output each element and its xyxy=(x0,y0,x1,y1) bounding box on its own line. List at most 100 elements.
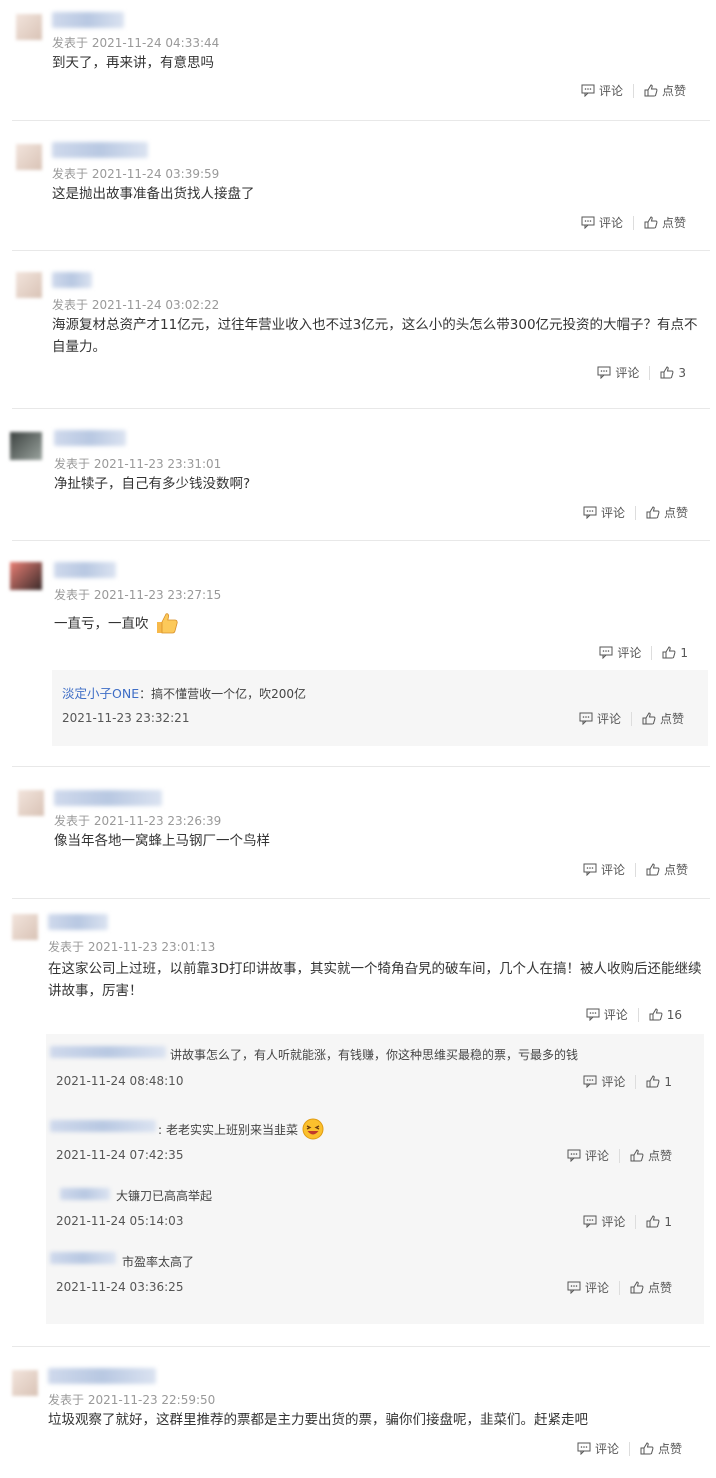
username-blurred[interactable] xyxy=(54,562,116,578)
thumbs-up-icon xyxy=(640,1442,654,1455)
like-count: 点赞 xyxy=(657,1442,682,1456)
comment-button[interactable]: 评论 xyxy=(567,1147,609,1164)
reply-text: : 老老实实上班别来当韭菜 xyxy=(158,1118,324,1140)
comment-button[interactable]: 评论 xyxy=(579,710,621,727)
comment-button[interactable]: 评论 xyxy=(597,364,639,381)
avatar[interactable] xyxy=(12,1370,38,1396)
reply-text: 大镰刀已高高举起 xyxy=(116,1189,213,1203)
divider xyxy=(635,1214,637,1229)
comment-label: 评论 xyxy=(617,646,642,660)
avatar[interactable] xyxy=(10,562,42,590)
comment-button[interactable]: 评论 xyxy=(577,1440,619,1457)
post-time: 发表于 2021-11-23 22:59:50 xyxy=(48,1391,215,1408)
reply-time: 2021-11-24 07:42:35 xyxy=(56,1148,184,1162)
like-button[interactable]: 1 xyxy=(646,1215,672,1229)
divider xyxy=(618,1280,620,1295)
comment-button[interactable]: 评论 xyxy=(586,1006,628,1023)
comment-actions: 评论 点赞 xyxy=(583,861,688,878)
avatar[interactable] xyxy=(16,144,42,170)
comment-label: 评论 xyxy=(603,1008,628,1022)
timestamp: 2021-11-24 03:39:59 xyxy=(91,167,220,181)
reply-time: 2021-11-24 03:36:25 xyxy=(56,1280,184,1294)
reply-actions: 评论 点赞 xyxy=(579,710,684,727)
comment-text: 像当年各地一窝蜂上马钢厂一个鸟样 xyxy=(54,833,270,849)
like-count: 1 xyxy=(664,1214,672,1229)
reply-text: 搞不懂营收一个亿，吹200亿 xyxy=(151,687,307,701)
comment-text: 到天了，再来讲，有意思吗 xyxy=(52,55,214,71)
comment-label: 评论 xyxy=(596,712,621,726)
like-button[interactable]: 1 xyxy=(646,1075,672,1089)
like-button[interactable]: 点赞 xyxy=(642,710,684,727)
comment-button[interactable]: 评论 xyxy=(583,1213,625,1230)
like-button[interactable]: 3 xyxy=(660,366,686,380)
username-blurred[interactable] xyxy=(52,272,92,288)
like-button[interactable]: 点赞 xyxy=(644,82,686,99)
comment-icon xyxy=(583,863,597,876)
like-button[interactable]: 点赞 xyxy=(630,1279,672,1296)
posted-prefix: 发表于 xyxy=(48,1393,85,1407)
username-blurred[interactable] xyxy=(48,914,108,930)
comment-label: 评论 xyxy=(584,1281,609,1295)
posted-prefix: 发表于 xyxy=(54,457,91,471)
posted-prefix: 发表于 xyxy=(54,814,91,828)
divider xyxy=(628,1441,630,1456)
comment-divider xyxy=(12,408,710,409)
comment-actions: 评论 点赞 xyxy=(577,1440,682,1457)
username-blurred[interactable] xyxy=(48,1368,156,1384)
like-count: 点赞 xyxy=(661,216,686,230)
like-button[interactable]: 点赞 xyxy=(640,1440,682,1457)
comment-body: 一直亏，一直吹 xyxy=(54,616,149,632)
comment-button[interactable]: 评论 xyxy=(581,82,623,99)
comment-icon xyxy=(583,506,597,519)
comment-label: 评论 xyxy=(598,84,623,98)
like-button[interactable]: 点赞 xyxy=(630,1147,672,1164)
avatar[interactable] xyxy=(18,790,44,816)
avatar[interactable] xyxy=(10,432,42,460)
comment-text: 一直亏，一直吹 xyxy=(54,612,694,635)
thumbs-up-icon xyxy=(630,1281,644,1294)
reply-text: 讲故事怎么了，有人听就能涨，有钱赚，你这种思维买最稳的票，亏最多的钱 xyxy=(170,1048,579,1062)
comment-button[interactable]: 评论 xyxy=(581,214,623,231)
like-button[interactable]: 点赞 xyxy=(646,861,688,878)
like-button[interactable]: 16 xyxy=(649,1008,682,1022)
comment-button[interactable]: 评论 xyxy=(567,1279,609,1296)
reply-actions: 评论 1 xyxy=(583,1213,672,1230)
avatar[interactable] xyxy=(16,272,42,298)
like-count: 1 xyxy=(664,1074,672,1089)
avatar[interactable] xyxy=(16,14,42,40)
reply-username-blurred[interactable] xyxy=(50,1252,116,1264)
divider xyxy=(632,83,634,98)
comment-button[interactable]: 评论 xyxy=(583,504,625,521)
reply-username-blurred[interactable] xyxy=(60,1188,110,1200)
username-blurred[interactable] xyxy=(52,12,124,28)
comment-button[interactable]: 评论 xyxy=(583,861,625,878)
reply-username-blurred[interactable] xyxy=(50,1120,156,1132)
reply-username-blurred[interactable] xyxy=(50,1046,166,1058)
comment-label: 评论 xyxy=(594,1442,619,1456)
comment-button[interactable]: 评论 xyxy=(583,1073,625,1090)
avatar[interactable] xyxy=(12,914,38,940)
comment-button[interactable]: 评论 xyxy=(599,644,641,661)
comment-actions: 评论 1 xyxy=(599,644,688,661)
comment-label: 评论 xyxy=(598,216,623,230)
comment-text: 垃圾观察了就好，这群里推荐的票都是主力要出货的票，骗你们接盘呢，韭菜们。赶紧走吧 xyxy=(48,1412,588,1428)
username-blurred[interactable] xyxy=(54,790,162,806)
like-button[interactable]: 点赞 xyxy=(644,214,686,231)
comment-icon xyxy=(581,216,595,229)
username-blurred[interactable] xyxy=(52,142,148,158)
comment-icon xyxy=(581,84,595,97)
username-blurred[interactable] xyxy=(54,430,126,446)
comment-icon xyxy=(599,646,613,659)
comment-icon xyxy=(577,1442,591,1455)
comment-icon xyxy=(597,366,611,379)
comment-divider xyxy=(12,898,710,899)
reply-username[interactable]: 淡定小子ONE xyxy=(62,686,139,701)
comment-actions: 评论 16 xyxy=(586,1006,682,1023)
comment-divider xyxy=(12,120,710,121)
comment-text: 这是抛出故事准备出货找人接盘了 xyxy=(52,186,255,202)
timestamp: 2021-11-23 23:26:39 xyxy=(93,814,222,828)
comment-label: 评论 xyxy=(600,863,625,877)
like-button[interactable]: 点赞 xyxy=(646,504,688,521)
like-button[interactable]: 1 xyxy=(662,646,688,660)
reply-actions: 评论 1 xyxy=(583,1073,672,1090)
